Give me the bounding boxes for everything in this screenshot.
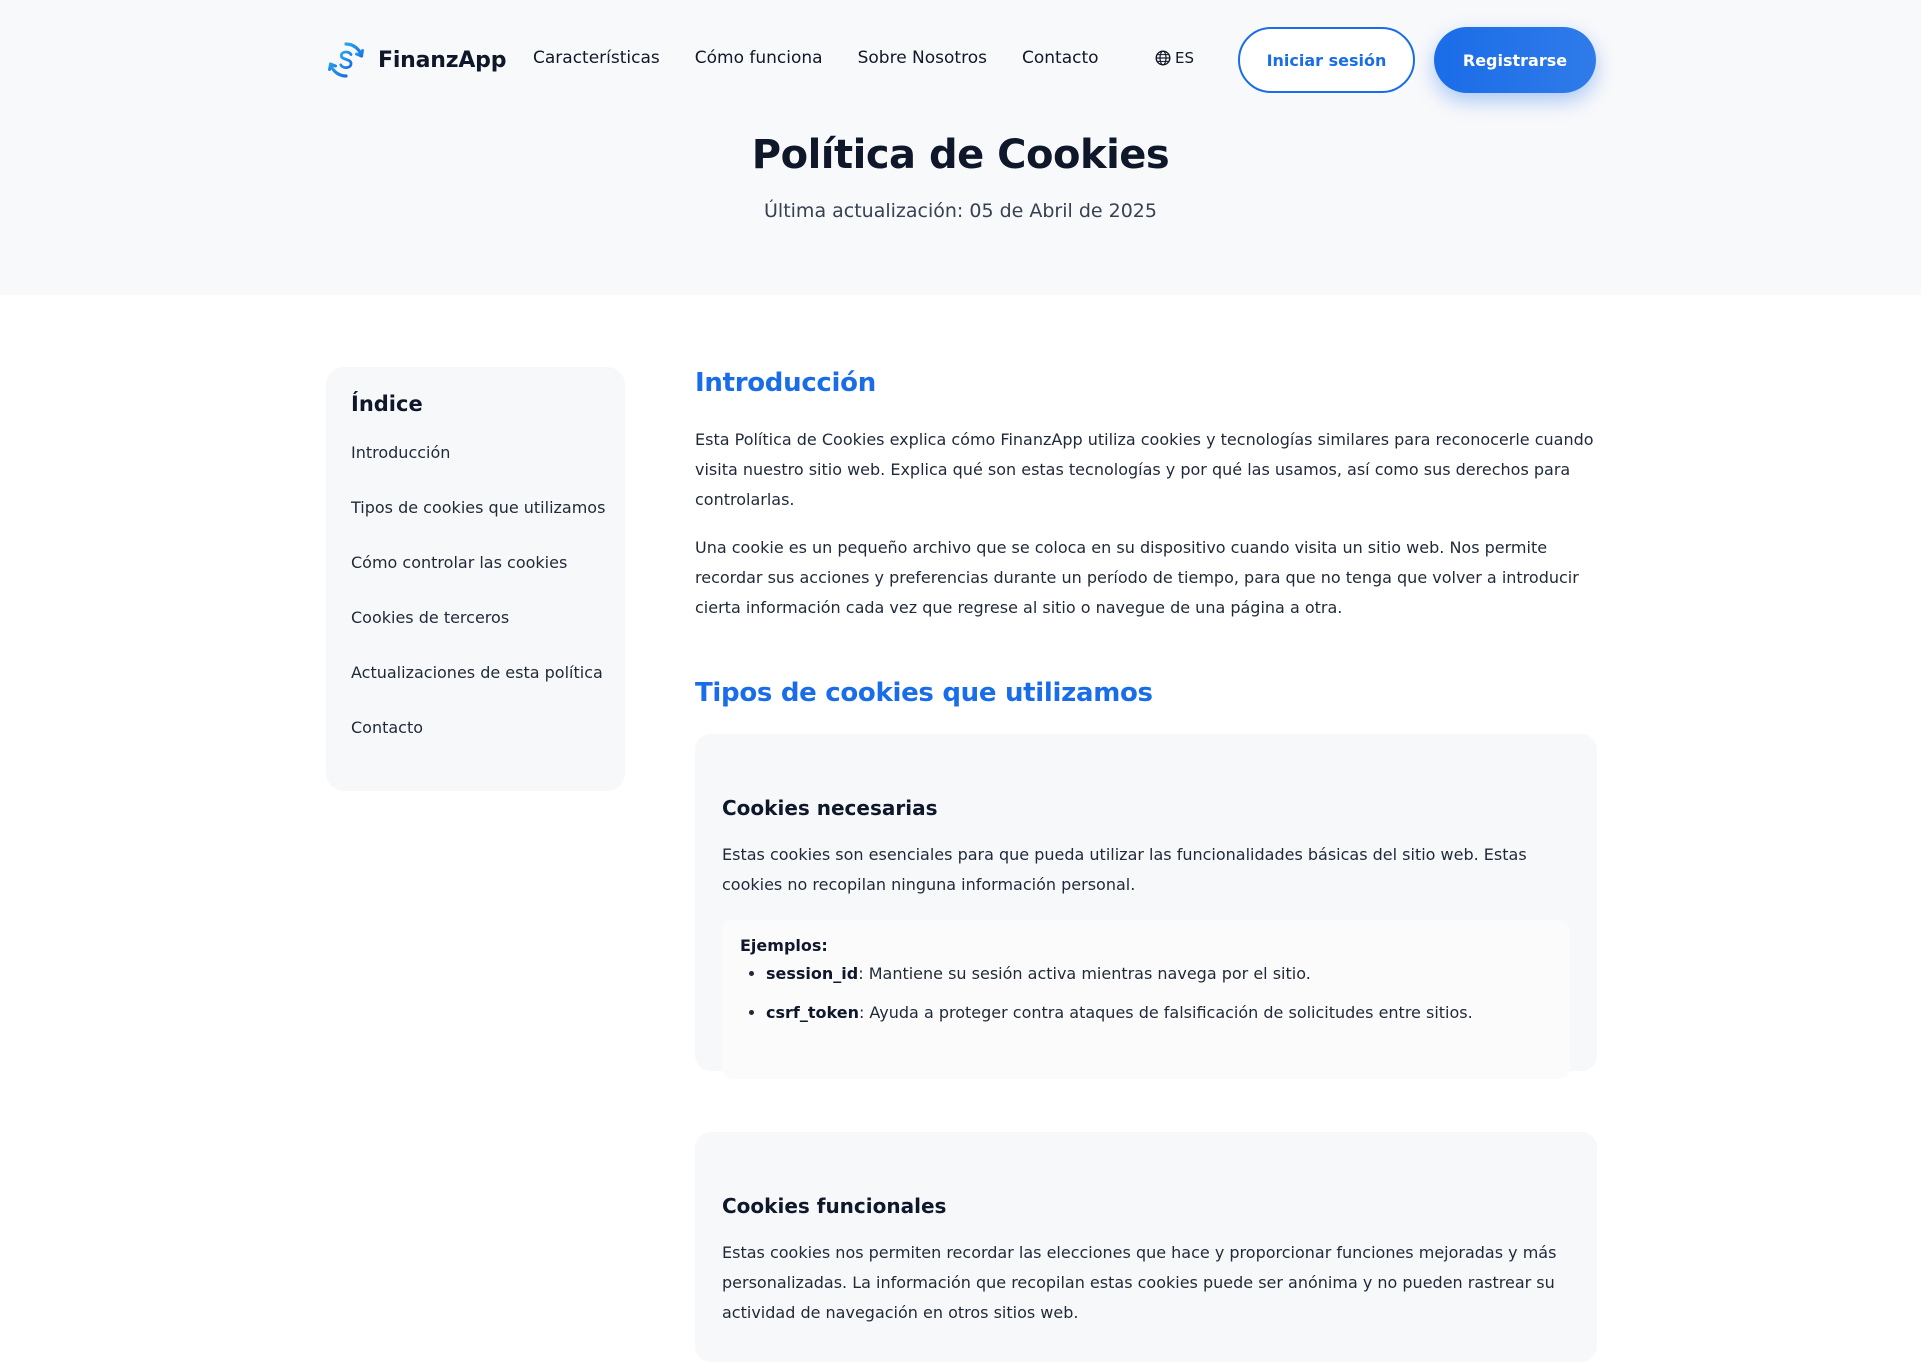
cookie-types-heading: Tipos de cookies que utilizamos xyxy=(695,678,1153,708)
globe-icon xyxy=(1155,50,1171,66)
toc-title: Índice xyxy=(351,392,423,416)
nav-link-how-it-works[interactable]: Cómo funciona xyxy=(695,48,823,68)
necessary-cookies-description: Estas cookies son esenciales para que pu… xyxy=(722,845,1527,894)
brand-name: FinanzApp xyxy=(378,47,507,73)
nav-link-features[interactable]: Características xyxy=(533,48,660,68)
toc-link-control-cookies[interactable]: Cómo controlar las cookies xyxy=(351,552,600,607)
table-of-contents: Índice Introducción Tipos de cookies que… xyxy=(326,367,625,791)
toc-link-contact[interactable]: Contacto xyxy=(351,717,600,772)
necessary-cookies-card: Cookies necesarias Estas cookies son ese… xyxy=(695,734,1597,1079)
toc-link-policy-updates[interactable]: Actualizaciones de esta política xyxy=(351,662,603,717)
language-code: ES xyxy=(1175,49,1194,67)
top-navbar: FinanzApp Características Cómo funciona … xyxy=(0,0,1921,120)
toc-link-third-party-cookies[interactable]: Cookies de terceros xyxy=(351,607,600,662)
introduction-paragraph-1: Esta Política de Cookies explica cómo Fi… xyxy=(695,430,1594,509)
page-title: Política de Cookies xyxy=(751,132,1170,178)
register-button[interactable]: Registrarse xyxy=(1434,27,1596,93)
list-item: session_id: Mantiene su sesión activa mi… xyxy=(766,963,1552,985)
finanzapp-logo-icon xyxy=(328,42,364,78)
introduction-paragraph-2: Una cookie es un pequeño archivo que se … xyxy=(695,538,1579,617)
toc-link-cookie-types[interactable]: Tipos de cookies que utilizamos xyxy=(351,497,605,552)
functional-cookies-description: Estas cookies nos permiten recordar las … xyxy=(722,1243,1557,1322)
login-button[interactable]: Iniciar sesión xyxy=(1238,27,1415,93)
introduction-heading: Introducción xyxy=(695,368,876,398)
language-selector[interactable]: ES xyxy=(1155,49,1194,67)
last-updated-date: Última actualización: 05 de Abril de 202… xyxy=(764,200,1157,222)
cookie-name: session_id xyxy=(766,964,859,983)
functional-cookies-title: Cookies funcionales xyxy=(722,1194,947,1218)
main-navigation: Características Cómo funciona Sobre Noso… xyxy=(533,48,1134,68)
brand-logo-link[interactable]: FinanzApp xyxy=(326,40,506,80)
cookie-name: csrf_token xyxy=(766,1003,859,1022)
necessary-cookies-examples: Ejemplos: session_id: Mantiene su sesión… xyxy=(722,920,1570,1079)
cookie-description: : Ayuda a proteger contra ataques de fal… xyxy=(858,1003,1473,1022)
page-header: FinanzApp Características Cómo funciona … xyxy=(0,0,1921,295)
list-item: csrf_token: Ayuda a proteger contra ataq… xyxy=(766,1002,1552,1024)
examples-title: Ejemplos: xyxy=(740,936,828,955)
functional-cookies-card: Cookies funcionales Estas cookies nos pe… xyxy=(695,1132,1597,1362)
examples-list: session_id: Mantiene su sesión activa mi… xyxy=(740,963,1552,1024)
cookie-description: : Mantiene su sesión activa mientras nav… xyxy=(858,964,1311,983)
toc-link-introduction[interactable]: Introducción xyxy=(351,442,600,497)
nav-link-about-us[interactable]: Sobre Nosotros xyxy=(858,48,987,68)
nav-link-contact[interactable]: Contacto xyxy=(1022,48,1099,68)
necessary-cookies-title: Cookies necesarias xyxy=(722,796,938,820)
